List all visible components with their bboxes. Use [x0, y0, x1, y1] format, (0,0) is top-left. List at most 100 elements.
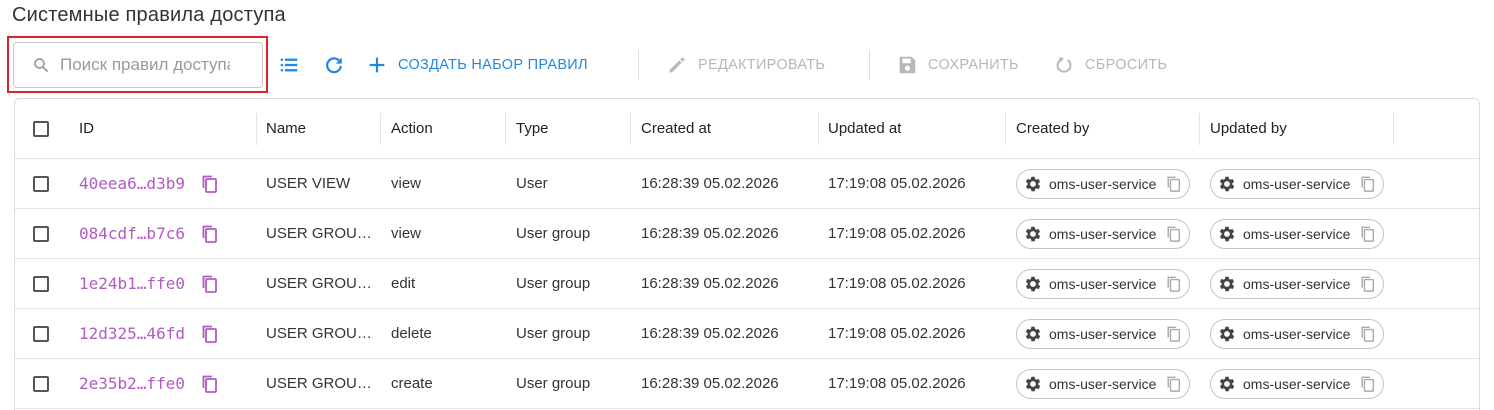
id-cell: 40eea6…d3b9 [79, 159, 219, 208]
copy-icon[interactable] [201, 174, 219, 194]
gear-icon [1023, 324, 1043, 344]
search-icon [32, 56, 50, 74]
copy-icon[interactable] [1360, 175, 1376, 193]
create-ruleset-button[interactable]: СОЗДАТЬ НАБОР ПРАВИЛ [366, 50, 588, 80]
row-checkbox[interactable] [33, 359, 49, 408]
updated-at-cell: 17:19:08 05.02.2026 [828, 175, 966, 192]
id-cell: 2e35b2…ffe0 [79, 359, 219, 408]
copy-icon[interactable] [1166, 375, 1182, 393]
copy-icon[interactable] [1360, 325, 1376, 343]
created-by-cell: oms-user-service [1016, 259, 1190, 308]
service-chip[interactable]: oms-user-service [1210, 368, 1384, 399]
updated-by-value: oms-user-service [1243, 275, 1351, 292]
copy-icon[interactable] [201, 274, 219, 294]
column-separator[interactable] [1393, 113, 1394, 145]
service-chip[interactable]: oms-user-service [1016, 168, 1190, 199]
save-label: СОХРАНИТЬ [928, 57, 1019, 73]
table-row[interactable]: 2e35b2…ffe0 USER GROU… create User group… [15, 359, 1479, 409]
rules-table: ID Name Action Type Created at Updated a… [14, 98, 1480, 410]
copy-icon[interactable] [201, 374, 219, 394]
created-by-value: oms-user-service [1049, 375, 1157, 392]
refresh-icon[interactable] [323, 54, 345, 76]
created-by-cell: oms-user-service [1016, 359, 1190, 408]
rule-id[interactable]: 084cdf…b7c6 [79, 224, 185, 243]
gear-icon [1217, 224, 1237, 244]
created-at-cell: 16:28:39 05.02.2026 [641, 375, 779, 392]
table-row[interactable]: 12d325…46fd USER GROU… delete User group… [15, 309, 1479, 359]
search-input[interactable] [60, 55, 230, 75]
updated-by-value: oms-user-service [1243, 325, 1351, 342]
updated-at-cell: 17:19:08 05.02.2026 [828, 275, 966, 292]
edit-button[interactable]: РЕДАКТИРОВАТЬ [666, 50, 825, 80]
service-chip[interactable]: oms-user-service [1210, 268, 1384, 299]
service-chip[interactable]: oms-user-service [1016, 368, 1190, 399]
updated-by-cell: oms-user-service [1210, 309, 1384, 358]
table-row[interactable]: 40eea6…d3b9 USER VIEW view User 16:28:39… [15, 159, 1479, 209]
save-button[interactable]: СОХРАНИТЬ [896, 50, 1019, 80]
copy-icon[interactable] [1360, 375, 1376, 393]
column-separator[interactable] [1005, 113, 1006, 145]
column-separator[interactable] [505, 113, 506, 145]
created-by-value: oms-user-service [1049, 175, 1157, 192]
type-cell: User group [516, 225, 591, 242]
search-box[interactable] [13, 42, 263, 88]
action-cell: view [391, 225, 422, 242]
service-chip[interactable]: oms-user-service [1210, 218, 1384, 249]
created-by-value: oms-user-service [1049, 225, 1157, 242]
copy-icon[interactable] [1166, 225, 1182, 243]
row-checkbox[interactable] [33, 309, 49, 358]
copy-icon[interactable] [1166, 325, 1182, 343]
id-cell: 084cdf…b7c6 [79, 209, 219, 258]
copy-icon[interactable] [201, 324, 219, 344]
copy-icon[interactable] [1360, 275, 1376, 293]
list-icon[interactable] [278, 54, 300, 76]
created-at-cell: 16:28:39 05.02.2026 [641, 325, 779, 342]
table-row[interactable]: 084cdf…b7c6 USER GROU… view User group 1… [15, 209, 1479, 259]
updated-at-cell: 17:19:08 05.02.2026 [828, 325, 966, 342]
column-header-created-by[interactable]: Created by [1016, 99, 1089, 158]
gear-icon [1023, 224, 1043, 244]
column-header-name[interactable]: Name [266, 99, 306, 158]
row-checkbox[interactable] [33, 259, 49, 308]
created-by-cell: oms-user-service [1016, 159, 1190, 208]
reset-button[interactable]: СБРОСИТЬ [1053, 50, 1167, 80]
column-header-action[interactable]: Action [391, 99, 433, 158]
name-cell: USER GROU… [266, 225, 372, 242]
created-by-cell: oms-user-service [1016, 209, 1190, 258]
column-separator[interactable] [256, 113, 257, 145]
select-all-checkbox[interactable] [33, 99, 49, 158]
row-checkbox[interactable] [33, 159, 49, 208]
copy-icon[interactable] [1360, 225, 1376, 243]
column-separator[interactable] [818, 113, 819, 145]
column-header-updated-at[interactable]: Updated at [828, 99, 901, 158]
column-header-type[interactable]: Type [516, 99, 549, 158]
updated-by-value: oms-user-service [1243, 225, 1351, 242]
service-chip[interactable]: oms-user-service [1016, 268, 1190, 299]
table-row[interactable]: 1e24b1…ffe0 USER GROU… edit User group 1… [15, 259, 1479, 309]
row-checkbox[interactable] [33, 209, 49, 258]
type-cell: User group [516, 375, 591, 392]
rule-id[interactable]: 12d325…46fd [79, 324, 185, 343]
column-header-id[interactable]: ID [79, 99, 94, 158]
type-cell: User group [516, 325, 591, 342]
rule-id[interactable]: 1e24b1…ffe0 [79, 274, 185, 293]
rule-id[interactable]: 2e35b2…ffe0 [79, 374, 185, 393]
action-cell: create [391, 375, 433, 392]
copy-icon[interactable] [1166, 175, 1182, 193]
service-chip[interactable]: oms-user-service [1016, 318, 1190, 349]
created-at-cell: 16:28:39 05.02.2026 [641, 225, 779, 242]
service-chip[interactable]: oms-user-service [1210, 168, 1384, 199]
reset-icon [1053, 54, 1075, 76]
copy-icon[interactable] [1166, 275, 1182, 293]
service-chip[interactable]: oms-user-service [1210, 318, 1384, 349]
copy-icon[interactable] [201, 224, 219, 244]
id-cell: 1e24b1…ffe0 [79, 259, 219, 308]
rule-id[interactable]: 40eea6…d3b9 [79, 174, 185, 193]
column-header-created-at[interactable]: Created at [641, 99, 711, 158]
column-separator[interactable] [380, 113, 381, 145]
service-chip[interactable]: oms-user-service [1016, 218, 1190, 249]
table-header: ID Name Action Type Created at Updated a… [15, 99, 1479, 159]
column-header-updated-by[interactable]: Updated by [1210, 99, 1287, 158]
column-separator[interactable] [630, 113, 631, 145]
column-separator[interactable] [1199, 113, 1200, 145]
